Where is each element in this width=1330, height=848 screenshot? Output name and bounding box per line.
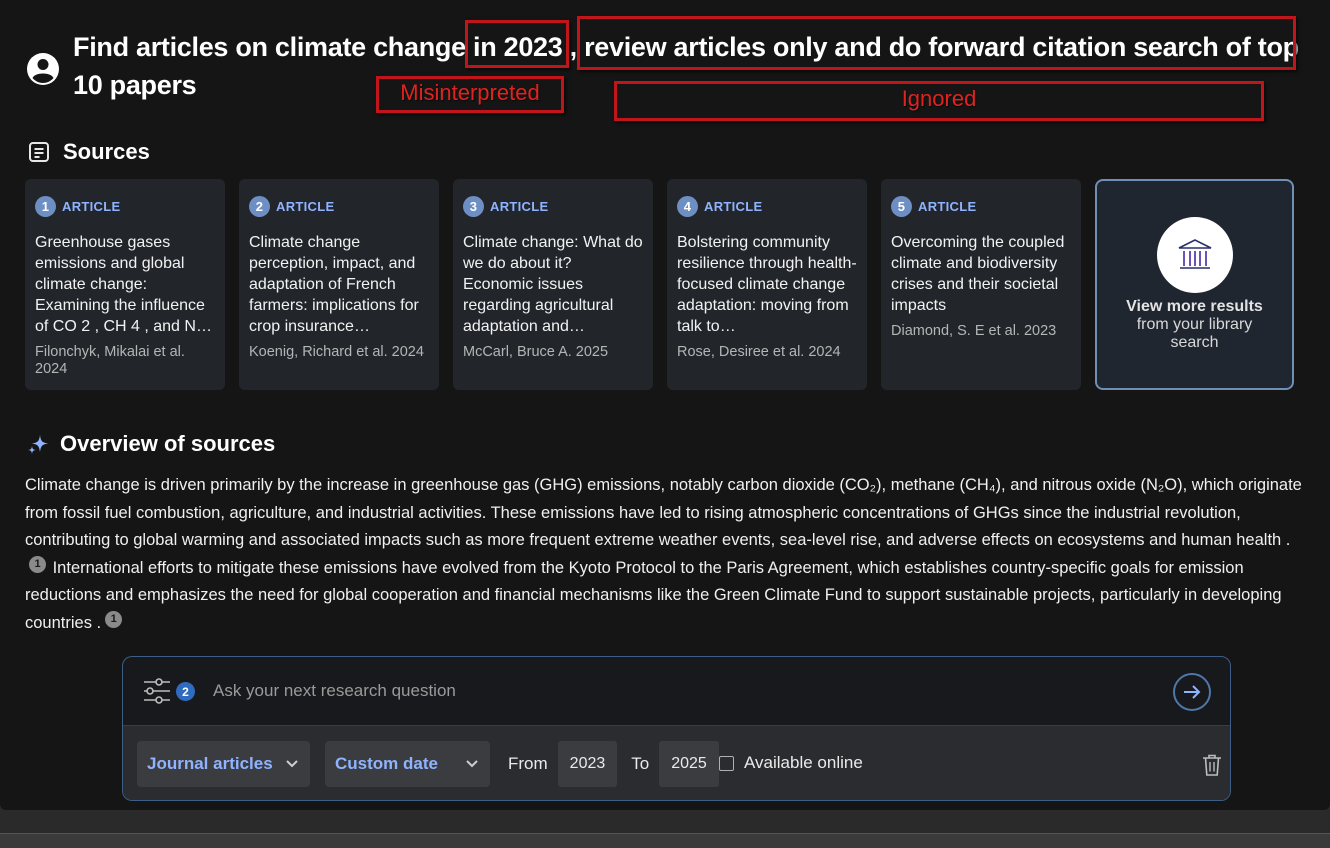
card-meta: McCarl, Bruce A. 2025 [463, 344, 609, 360]
source-card[interactable]: 3 ARTICLE Climate change: What do we do … [453, 179, 653, 390]
available-online-checkbox[interactable] [719, 755, 734, 771]
source-cards: 1 ARTICLE Greenhouse gases emissions and… [25, 179, 1294, 390]
arrow-right-icon [1184, 685, 1201, 699]
filters-sliders-icon[interactable] [142, 676, 172, 706]
library-icon [1178, 239, 1211, 269]
card-type-label: ARTICLE [704, 199, 763, 214]
card-number-badge: 3 [463, 196, 484, 217]
card-number-badge: 5 [891, 196, 912, 217]
from-year-input[interactable]: 2023 [557, 741, 618, 787]
source-card[interactable]: 4 ARTICLE Bolstering community resilienc… [667, 179, 867, 390]
date-range-select[interactable]: Custom date [325, 741, 490, 787]
research-question-box: 2 Journal articles Custom date From 2023 [122, 656, 1231, 801]
card-meta: Filonchyk, Mikalai et al. 2024 [35, 344, 185, 377]
content-type-value: Journal articles [147, 754, 273, 773]
annotation-label-misinterpreted: Misinterpreted [400, 80, 540, 105]
custom-date-range: From 2023 To 2025 [498, 741, 729, 787]
card-title: Overcoming the coupled climate and biodi… [891, 234, 1065, 314]
card-title: Bolstering community resilience through … [677, 234, 857, 335]
annotation-box-review [577, 16, 1296, 70]
citation-badge[interactable]: 1 [29, 555, 46, 573]
research-question-input[interactable] [213, 677, 1153, 705]
card-number-badge: 4 [677, 196, 698, 217]
chevron-down-icon [286, 760, 298, 768]
app-window: Find articles on climate change in 2023 … [0, 0, 1330, 810]
card-number-badge: 2 [249, 196, 270, 217]
from-label: From [508, 754, 548, 773]
overview-heading-label: Overview of sources [60, 431, 276, 456]
card-tag: 5 ARTICLE [891, 196, 1071, 217]
overview-paragraph-part: International efforts to mitigate these … [25, 558, 1282, 632]
document-icon [29, 142, 49, 162]
to-label: To [631, 754, 650, 773]
citation-badge[interactable]: 1 [105, 610, 123, 628]
view-more-title: View more results [1126, 298, 1263, 315]
source-card[interactable]: 1 ARTICLE Greenhouse gases emissions and… [25, 179, 225, 390]
content-type-select[interactable]: Journal articles [137, 741, 310, 787]
card-number-badge: 1 [35, 196, 56, 217]
search-input-row: 2 [123, 657, 1230, 725]
card-title: Climate change: What do we do about it? … [463, 234, 643, 335]
card-tag: 3 ARTICLE [463, 196, 643, 217]
overview-text: Climate change is driven primarily by th… [25, 472, 1310, 632]
card-tag: 4 ARTICLE [677, 196, 857, 217]
trash-icon[interactable] [1201, 753, 1223, 777]
source-card[interactable]: 2 ARTICLE Climate change perception, imp… [239, 179, 439, 390]
sources-heading: Sources [27, 139, 150, 165]
annotation-box-year [465, 20, 569, 68]
source-card[interactable]: 5 ARTICLE Overcoming the coupled climate… [881, 179, 1081, 390]
card-type-label: ARTICLE [276, 199, 335, 214]
available-online-label: Available online [744, 753, 863, 772]
filter-count-badge: 2 [176, 682, 195, 701]
overview-paragraph-part: Climate change is driven primarily by th… [25, 476, 1302, 549]
user-avatar-icon [27, 53, 59, 85]
card-type-label: ARTICLE [62, 199, 121, 214]
chevron-down-icon [466, 760, 478, 768]
overview-heading: Overview of sources [26, 431, 275, 457]
card-title: Greenhouse gases emissions and global cl… [35, 234, 205, 335]
card-title: Climate change perception, impact, and a… [249, 234, 419, 335]
available-online-option[interactable]: Available online [719, 753, 863, 773]
date-range-value: Custom date [335, 754, 438, 773]
card-tag: 1 ARTICLE [35, 196, 215, 217]
window-bottom-strip [0, 833, 1330, 848]
library-icon-circle [1156, 217, 1233, 293]
to-year-input[interactable]: 2025 [659, 741, 719, 787]
card-meta: Diamond, S. E et al. 2023 [891, 323, 1057, 339]
card-meta: Koenig, Richard et al. 2024 [249, 344, 424, 360]
submit-button[interactable] [1173, 673, 1211, 711]
search-filters-row: Journal articles Custom date From 2023 T… [123, 725, 1230, 800]
view-more-results-button[interactable]: View more results from your library sear… [1095, 179, 1294, 390]
card-meta: Rose, Desiree et al. 2024 [677, 344, 841, 360]
card-type-label: ARTICLE [490, 199, 549, 214]
sparkle-icon [28, 435, 48, 454]
annotation-label-ignored: Ignored [901, 86, 977, 111]
card-tag: 2 ARTICLE [249, 196, 429, 217]
view-more-subtitle: from your library search [1136, 316, 1253, 351]
card-type-label: ARTICLE [918, 199, 977, 214]
sources-heading-label: Sources [63, 139, 150, 164]
